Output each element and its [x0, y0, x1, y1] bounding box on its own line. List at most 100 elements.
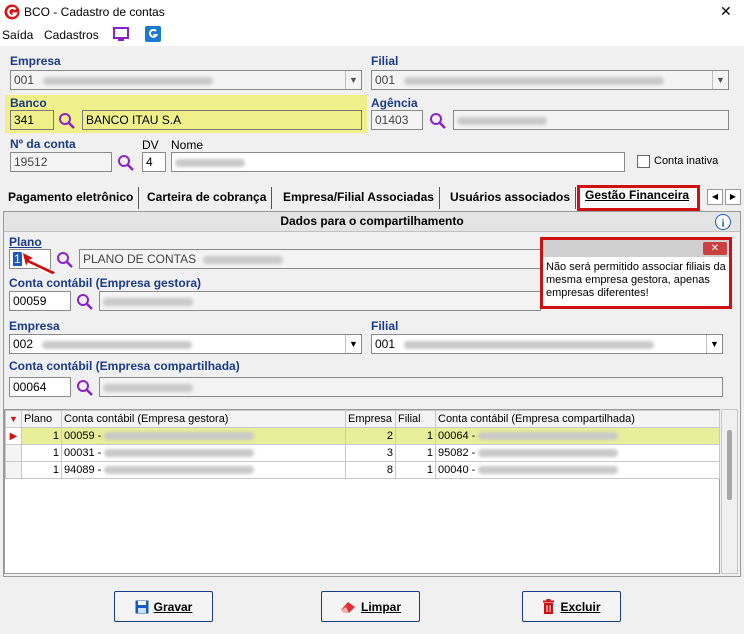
empresa-combo[interactable]: 001 ▼	[10, 70, 362, 90]
trash-icon	[543, 599, 555, 614]
plano-name: PLANO DE CONTAS	[83, 252, 197, 266]
search-icon[interactable]	[117, 154, 135, 172]
empresa-label: Empresa	[10, 54, 61, 68]
info-icon[interactable]: i	[715, 214, 731, 230]
gravar-label: Gravar	[153, 599, 193, 614]
banco-code-input[interactable]: 341	[10, 110, 54, 130]
chevron-down-icon[interactable]: ▼	[345, 335, 361, 353]
cell-plano: 1	[21, 461, 62, 479]
compartilhada-label: Conta contábil (Empresa compartilhada)	[9, 359, 240, 373]
cell-compartilhada: 00064 -	[435, 427, 720, 445]
column-header-gestora[interactable]: Conta contábil (Empresa gestora)	[61, 410, 346, 428]
cell-compartilhada: 95082 -	[435, 444, 720, 462]
app-logo-icon	[4, 4, 20, 20]
menu-cadastros[interactable]: Cadastros	[44, 28, 99, 42]
cell-gestora: 00059 -	[61, 427, 346, 445]
row-indicator-icon: ▶	[5, 427, 22, 445]
search-icon[interactable]	[429, 112, 447, 130]
title-bar: BCO - Cadastro de contas ✕	[0, 0, 744, 24]
nome-input[interactable]	[171, 152, 625, 172]
excluir-label: Excluir	[560, 599, 601, 614]
panel-filial-combo[interactable]: 001 ▼	[371, 334, 723, 354]
panel-header: Dados para o compartilhamento	[4, 212, 740, 232]
panel-empresa-combo[interactable]: 002 ▼	[9, 334, 362, 354]
cell-compartilhada: 00040 -	[435, 461, 720, 479]
filial-name-redacted	[404, 76, 665, 85]
cell-empresa: 2	[345, 427, 396, 445]
cell-plano: 1	[21, 444, 62, 462]
column-header-filial[interactable]: Filial	[395, 410, 436, 428]
column-header-empresa[interactable]: Empresa	[345, 410, 396, 428]
gestora-label: Conta contábil (Empresa gestora)	[9, 276, 202, 290]
row-indicator	[5, 461, 22, 479]
dv-input[interactable]: 4	[142, 152, 166, 172]
grid-scrollbar[interactable]	[721, 409, 738, 574]
svg-text:i: i	[721, 218, 724, 230]
search-icon[interactable]	[76, 379, 94, 397]
tooltip-titlebar	[543, 240, 729, 257]
panel-empresa-label: Empresa	[9, 319, 60, 333]
grid-scrollbar-thumb[interactable]	[727, 430, 732, 500]
filial-combo[interactable]: 001 ▼	[371, 70, 729, 90]
table-row[interactable]: ▶ 1 00059 - 2 1 00064 -	[5, 427, 720, 445]
excluir-button[interactable]: Excluir	[522, 591, 621, 622]
tooltip-text: Não será permitido associar filiais da m…	[546, 261, 726, 299]
column-header-plano[interactable]: Plano	[21, 410, 62, 428]
pointer-arrow-icon	[21, 251, 57, 276]
nome-redacted	[175, 158, 245, 167]
tab-gestao-financeira[interactable]: Gestão Financeira	[580, 185, 694, 207]
panel-header-title: Dados para o compartilhamento	[280, 214, 464, 228]
tab-usuarios-associados[interactable]: Usuários associados	[445, 187, 577, 209]
tab-carteira-cobranca[interactable]: Carteira de cobrança	[142, 187, 273, 209]
info-tooltip: ✕ Não será permitido associar filiais da…	[540, 237, 732, 309]
search-icon[interactable]	[58, 112, 76, 130]
g-logo-icon[interactable]	[145, 26, 161, 42]
gravar-button[interactable]: Gravar	[114, 591, 213, 622]
search-icon[interactable]	[76, 293, 94, 311]
plano-label: Plano	[9, 235, 42, 249]
panel-empresa-value: 002	[13, 337, 34, 351]
conta-inativa-checkbox[interactable]	[637, 155, 650, 168]
window-title: BCO - Cadastro de contas	[24, 5, 165, 19]
agencia-name-field	[453, 110, 729, 130]
tab-empresa-filial[interactable]: Empresa/Filial Associadas	[278, 187, 440, 209]
cell-filial: 1	[395, 427, 436, 445]
nome-label: Nome	[171, 138, 204, 152]
chevron-down-icon[interactable]: ▼	[706, 335, 722, 353]
chevron-down-icon[interactable]: ▼	[345, 71, 361, 89]
cell-empresa: 3	[345, 444, 396, 462]
cell-gestora: 00031 -	[61, 444, 346, 462]
panel-empresa-redacted	[42, 340, 193, 349]
tab-pagamento-eletronico[interactable]: Pagamento eletrônico	[3, 187, 140, 209]
conta-label: Nº da conta	[10, 137, 76, 151]
agencia-label: Agência	[371, 96, 418, 110]
cell-gestora: 94089 -	[61, 461, 346, 479]
gestora-input[interactable]: 00059	[9, 291, 71, 311]
compartilhada-input[interactable]: 00064	[9, 377, 71, 397]
compartilhada-name-field	[99, 377, 723, 397]
monitor-icon[interactable]	[113, 27, 129, 42]
gestora-name-redacted	[103, 297, 193, 306]
save-icon	[135, 600, 149, 613]
gestora-name-field	[99, 291, 541, 311]
tab-scroll-left-button[interactable]: ◀	[707, 189, 723, 205]
conta-inativa-label: Conta inativa	[654, 155, 719, 167]
table-row[interactable]: 1 94089 - 8 1 00040 -	[5, 461, 720, 479]
chevron-down-icon[interactable]: ▼	[712, 71, 728, 89]
empresa-code: 001	[14, 73, 35, 87]
conta-number-input[interactable]: 19512	[10, 152, 112, 172]
dv-label: DV	[142, 138, 159, 152]
agencia-code-input[interactable]: 01403	[371, 110, 423, 130]
panel-filial-redacted	[404, 340, 655, 349]
associations-grid: ▼ Plano Conta contábil (Empresa gestora)…	[4, 409, 720, 574]
limpar-button[interactable]: Limpar	[321, 591, 420, 622]
empresa-name-redacted	[43, 76, 214, 85]
tab-scroll-right-button[interactable]: ▶	[725, 189, 741, 205]
close-icon[interactable]: ✕	[720, 3, 732, 20]
column-header-compartilhada[interactable]: Conta contábil (Empresa compartilhada)	[435, 410, 720, 428]
menu-saida[interactable]: Saída	[2, 28, 33, 42]
banco-label: Banco	[10, 96, 47, 110]
search-icon[interactable]	[56, 251, 74, 269]
table-row[interactable]: 1 00031 - 3 1 95082 -	[5, 444, 720, 462]
tooltip-close-button[interactable]: ✕	[703, 242, 727, 255]
